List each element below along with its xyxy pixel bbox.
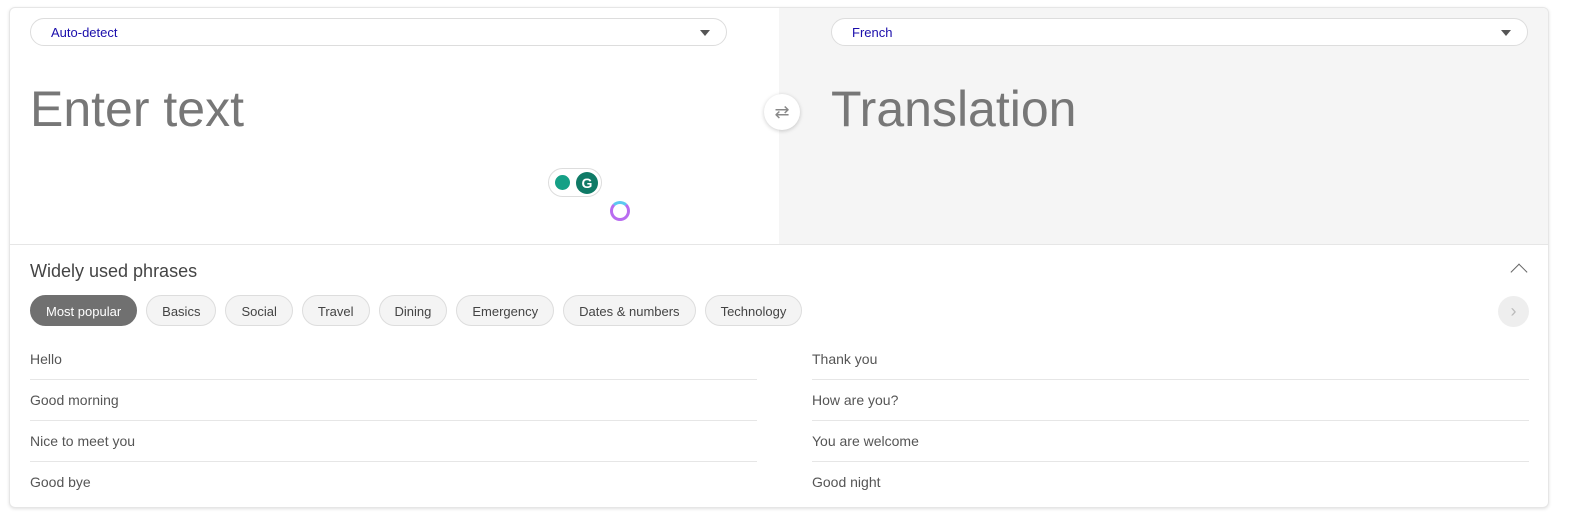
swap-languages-button[interactable]: ⇄ [764, 94, 800, 130]
phrase-item[interactable]: Good bye [30, 462, 757, 503]
dropdown-arrow-icon [700, 30, 710, 36]
source-text-input[interactable]: Enter text [30, 80, 244, 138]
assistant-icon[interactable] [610, 201, 630, 221]
swap-arrows-icon: ⇄ [774, 102, 790, 122]
phrase-item[interactable]: Nice to meet you [30, 421, 757, 462]
phrases-right-column: Thank you How are you? You are welcome G… [800, 339, 1529, 503]
phrase-item[interactable]: How are you? [812, 380, 1529, 421]
source-language-label: Auto-detect [51, 25, 118, 40]
phrase-item[interactable]: You are welcome [812, 421, 1529, 462]
divider [10, 244, 1548, 245]
target-language-select[interactable]: French [831, 18, 1528, 46]
dropdown-arrow-icon [1501, 30, 1511, 36]
translation-output: Translation [831, 81, 1077, 137]
category-technology[interactable]: Technology [704, 295, 803, 326]
phrase-item[interactable]: Hello [30, 339, 757, 380]
category-dining[interactable]: Dining [378, 295, 448, 326]
category-basics[interactable]: Basics [146, 295, 217, 326]
category-travel[interactable]: Travel [301, 295, 370, 326]
category-dates-numbers[interactable]: Dates & numbers [563, 295, 696, 326]
phrase-categories: Most popular Basics Social Travel Dining… [30, 295, 803, 326]
phrases-title: Widely used phrases [30, 261, 198, 281]
next-categories-button[interactable]: › [1498, 296, 1529, 327]
source-language-select[interactable]: Auto-detect [30, 18, 727, 46]
collapse-chevron-icon[interactable] [1510, 263, 1528, 281]
category-most-popular[interactable]: Most popular [30, 295, 138, 326]
phrase-item[interactable]: Good morning [30, 380, 757, 421]
target-language-label: French [852, 25, 893, 40]
category-social[interactable]: Social [225, 295, 293, 326]
translator-card: Auto-detect French Enter text Translatio… [9, 7, 1549, 508]
lightbulb-icon [555, 175, 570, 190]
phrase-item[interactable]: Thank you [812, 339, 1529, 380]
grammarly-icon[interactable]: G [576, 172, 598, 194]
phrases-left-column: Hello Good morning Nice to meet you Good… [30, 339, 757, 503]
chevron-right-icon: › [1510, 301, 1517, 321]
phrase-item[interactable]: Good night [812, 462, 1529, 503]
category-emergency[interactable]: Emergency [456, 295, 555, 326]
extension-widget[interactable]: G [548, 168, 602, 197]
